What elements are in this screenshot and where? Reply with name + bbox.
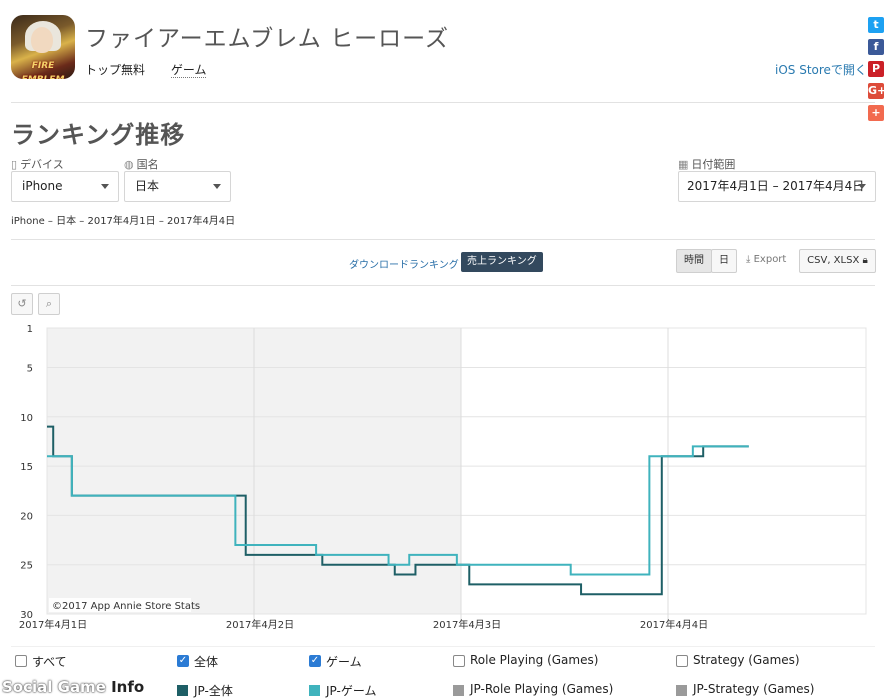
- app-icon: FIRE EMBLEM Heroes: [11, 15, 75, 79]
- google-plus-icon[interactable]: G+: [868, 83, 884, 99]
- legend-checkbox[interactable]: ✓: [309, 655, 321, 667]
- legend-divider: [11, 646, 875, 647]
- chart-y-tick-label: 10: [20, 413, 33, 424]
- toolbar-divider: [11, 285, 875, 286]
- daily-button[interactable]: 日: [711, 249, 737, 273]
- device-label: ▯ デバイス: [11, 158, 64, 171]
- watermark: Social Game Info: [2, 678, 145, 696]
- calendar-icon: ▦: [678, 158, 689, 171]
- chart-y-tick-label: 25: [20, 561, 33, 572]
- pinterest-icon[interactable]: P: [868, 61, 884, 77]
- legend-filter-label: すべて: [32, 655, 67, 669]
- legend-checkbox[interactable]: ✓: [177, 655, 189, 667]
- app-meta: トップ無料 ゲーム: [85, 61, 228, 78]
- device-icon: ▯: [11, 158, 18, 171]
- ios-store-link[interactable]: iOS Storeで開く: [775, 61, 867, 78]
- download-icon: ⤓: [746, 254, 751, 265]
- legend-checkbox[interactable]: [676, 655, 688, 667]
- header-divider: [11, 102, 875, 103]
- twitter-icon[interactable]: t: [868, 17, 884, 33]
- legend-series-swatch: [309, 685, 320, 696]
- legend-series-label: JP-全体: [194, 684, 233, 698]
- revenue-ranking-tab[interactable]: 売上ランキング: [461, 252, 543, 272]
- app-genre-link[interactable]: ゲーム: [170, 63, 207, 78]
- facebook-icon[interactable]: f: [868, 39, 884, 55]
- chart-y-tick-label: 20: [20, 511, 33, 522]
- chart-x-tick-label: 2017年4月3日: [433, 618, 501, 631]
- legend-filter-label: ゲーム: [326, 655, 362, 669]
- country-select[interactable]: 日本: [124, 171, 231, 202]
- download-ranking-tab[interactable]: ダウンロードランキング: [349, 256, 459, 271]
- lock-icon: 🔒︎: [862, 255, 868, 266]
- app-category: トップ無料: [85, 63, 146, 77]
- chevron-down-icon: [101, 184, 109, 189]
- hourly-button[interactable]: 時間: [676, 249, 712, 273]
- zoom-button[interactable]: ⌕: [38, 293, 60, 315]
- legend-checkbox[interactable]: [15, 655, 27, 667]
- legend-filter-label: Strategy (Games): [693, 653, 800, 667]
- date-range-label: ▦ 日付範囲: [678, 158, 736, 171]
- chart-y-tick-label: 1: [27, 324, 33, 335]
- chart-x-tick-label: 2017年4月2日: [226, 618, 294, 631]
- chevron-down-icon: [858, 184, 866, 189]
- date-range-select[interactable]: 2017年4月1日 – 2017年4月4日: [678, 171, 876, 202]
- legend-filter-label: 全体: [194, 655, 219, 669]
- filter-summary: iPhone – 日本 – 2017年4月1日 – 2017年4月4日: [11, 216, 236, 227]
- chart-y-tick-label: 5: [27, 363, 33, 374]
- filter-divider: [11, 239, 875, 240]
- legend-checkbox[interactable]: [453, 655, 465, 667]
- export-csv-xlsx-button[interactable]: CSV, XLSX 🔒︎: [799, 249, 876, 273]
- app-icon-logo: FIRE EMBLEM Heroes: [22, 61, 65, 79]
- app-icon-face: [31, 27, 53, 53]
- chart-y-tick-label: 15: [20, 462, 33, 473]
- chart-credit: ©2017 App Annie Store Stats: [52, 601, 200, 612]
- legend-series-swatch: [177, 685, 188, 696]
- chart-x-tick-label: 2017年4月4日: [640, 618, 708, 631]
- globe-icon: ◍: [124, 158, 134, 171]
- chart-x-tick-label: 2017年4月1日: [19, 618, 87, 631]
- share-plus-icon[interactable]: +: [868, 105, 884, 121]
- legend-series-label: JP-Role Playing (Games): [470, 682, 614, 696]
- ranking-chart[interactable]: 1510152025302017年4月1日 2017年4月2日 2017年4月3日 2…: [0, 318, 884, 640]
- reset-zoom-button[interactable]: ↺: [11, 293, 33, 315]
- legend-series-label: JP-Strategy (Games): [693, 682, 815, 696]
- device-select[interactable]: iPhone: [11, 171, 119, 202]
- country-label: ◍ 国名: [124, 158, 159, 171]
- legend-filter-label: Role Playing (Games): [470, 653, 599, 667]
- app-title: ファイアーエムブレム ヒーローズ: [85, 26, 449, 52]
- chevron-down-icon: [213, 184, 221, 189]
- page-title: ランキング推移: [11, 121, 186, 149]
- legend-series-label: JP-ゲーム: [326, 684, 377, 698]
- legend-series-swatch: [453, 685, 464, 696]
- export-label: ⤓ Export: [746, 254, 787, 265]
- legend-series-swatch: [676, 685, 687, 696]
